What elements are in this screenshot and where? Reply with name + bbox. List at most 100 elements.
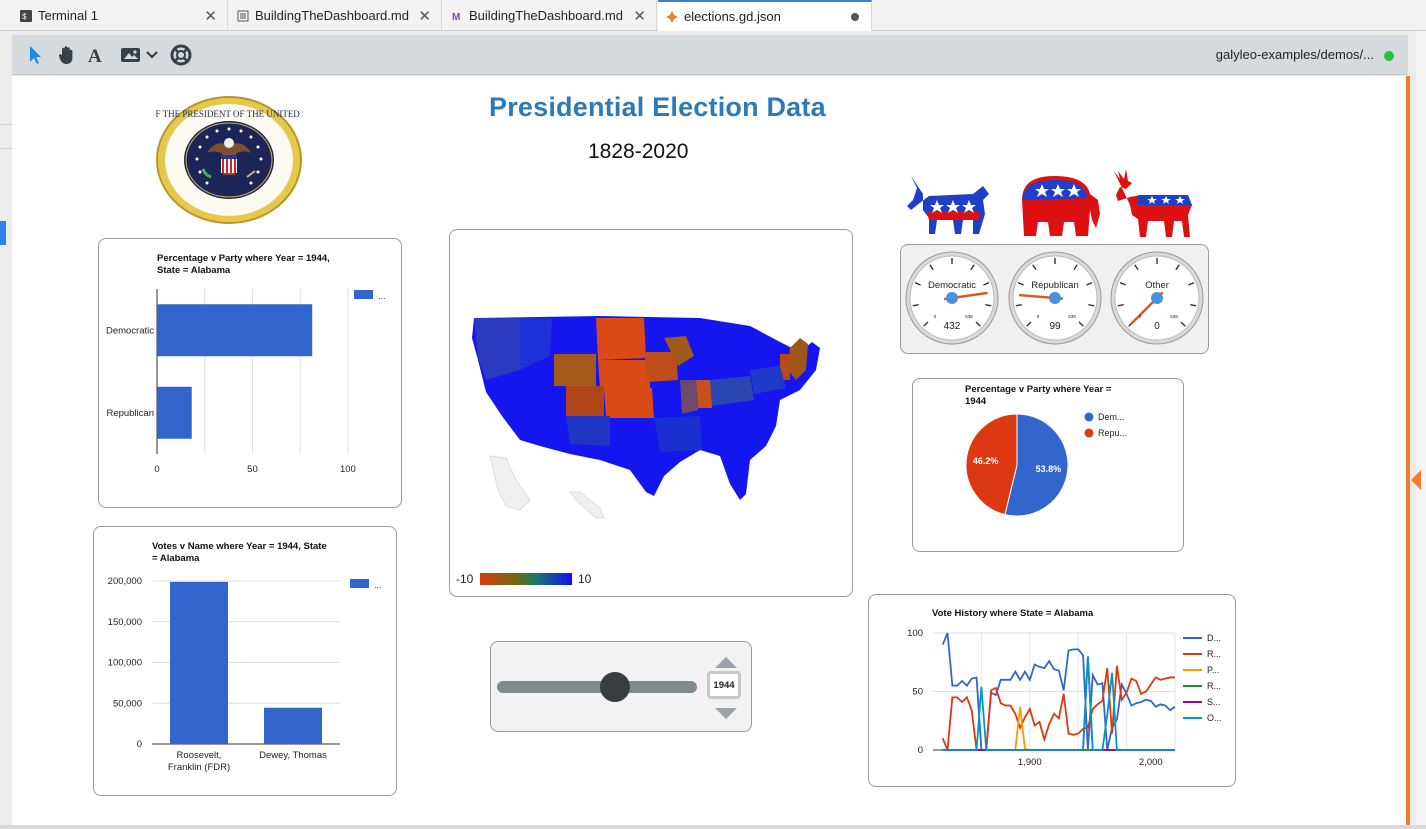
- category-label: Roosevelt,: [177, 750, 222, 761]
- connection-status-indicator: [1384, 51, 1394, 61]
- legend-label: D...: [1207, 633, 1221, 643]
- votes-bar-plot: 200,000 150,000 100,000 50,000 0 Roosevelt,Fr…: [108, 576, 340, 773]
- tab-markdown-editor[interactable]: BuildingTheDashboard.md ✕: [229, 0, 442, 31]
- close-icon[interactable]: ✕: [204, 7, 217, 25]
- pie-plot: 53.8% Dem... 46.2% Repu...: [965, 412, 1127, 517]
- gauge-value: 432: [944, 321, 961, 332]
- close-icon[interactable]: ✕: [418, 7, 431, 25]
- bar-candidate: [170, 581, 228, 744]
- legend-label: O...: [1207, 713, 1222, 723]
- text-icon[interactable]: A: [86, 43, 106, 67]
- svg-text:A: A: [88, 46, 102, 65]
- bottom-edge: [0, 825, 1426, 829]
- tick-label: 2,000: [1139, 757, 1163, 768]
- right-margin: [1416, 31, 1426, 829]
- gauge-max: 538: [965, 314, 973, 319]
- markdown-icon: M: [451, 10, 463, 22]
- slider-track[interactable]: [497, 681, 697, 693]
- category-label: Dewey, Thomas: [259, 750, 327, 761]
- bar-democratic: [157, 304, 313, 357]
- gauge-label: Democratic: [928, 280, 976, 291]
- bar-candidate: [264, 707, 322, 744]
- slider-thumb[interactable]: [600, 672, 630, 702]
- votes-by-candidate-chart[interactable]: Votes v Name where Year = 1944, State = A…: [93, 526, 397, 796]
- year-slider-panel: 1944: [490, 641, 752, 732]
- map-legend-max: 10: [578, 572, 592, 586]
- legend-label: Repu...: [1098, 428, 1127, 438]
- pointer-icon[interactable]: [26, 43, 44, 67]
- decrement-arrow-icon[interactable]: [715, 706, 737, 724]
- legend-label: Dem...: [1098, 412, 1125, 422]
- legend-swatch: [1084, 412, 1094, 422]
- document-icon: [237, 10, 249, 22]
- terminal-icon: $: [20, 9, 32, 22]
- seal-text-top: SEAL OF THE PRESIDENT OF THE UNITED STAT…: [155, 109, 303, 119]
- tab-label: Terminal 1: [38, 8, 98, 23]
- presidential-seal-image: SEAL OF THE PRESIDENT OF THE UNITED STAT…: [125, 95, 333, 225]
- chevron-down-icon[interactable]: [144, 43, 160, 67]
- side-panel-edge: [1406, 76, 1410, 825]
- tick-label: 100: [340, 464, 356, 475]
- pie-slice-label: 46.2%: [973, 456, 999, 466]
- tab-label: BuildingTheDashboard.md: [469, 8, 623, 23]
- progressive-moose-logo: [1108, 165, 1200, 241]
- gauge-group: Democratic0 538432Republican0 53899Other0 5…: [905, 251, 1204, 345]
- tick-label: 0: [918, 745, 923, 756]
- party-percentage-pie[interactable]: Percentage v Party where Year = 1944 53.8…: [912, 378, 1184, 552]
- category-label: Franklin (FDR): [168, 762, 230, 773]
- gauge-label: Other: [1145, 280, 1169, 291]
- vote-history-chart[interactable]: Vote History where State = Alabama 100 50…: [868, 594, 1236, 787]
- tick-label: 0: [137, 739, 142, 750]
- galyleo-icon: [666, 10, 678, 23]
- legend-label: R...: [1207, 649, 1221, 659]
- tab-elections[interactable]: elections.gd.json: [658, 0, 872, 31]
- close-icon[interactable]: ✕: [633, 7, 646, 25]
- map-legend-min: -10: [456, 572, 474, 586]
- editor-toolbar: A galyleo-examples/demos/...: [12, 35, 1408, 75]
- legend-label: S...: [1207, 697, 1221, 707]
- year-value-field[interactable]: 1944: [707, 671, 741, 699]
- gauge-max: 538: [1068, 314, 1076, 319]
- legend-label: P...: [1207, 665, 1219, 675]
- category-label: Democratic: [106, 325, 154, 336]
- svg-text:M: M: [452, 12, 460, 22]
- svg-text:$: $: [22, 13, 27, 22]
- democratic-donkey-logo: [903, 170, 993, 240]
- tick-label: 0: [154, 464, 159, 475]
- tick-label: 50,000: [113, 698, 142, 709]
- party-bar-plot: Democratic Republican 0 50 100: [106, 289, 356, 475]
- gauge-label: Republican: [1031, 280, 1079, 291]
- tick-label: 50: [247, 464, 258, 475]
- tab-terminal[interactable]: $ Terminal 1 ✕: [12, 0, 228, 31]
- image-icon[interactable]: [120, 43, 142, 67]
- republican-elephant-logo: [1012, 170, 1104, 242]
- unsaved-indicator: [851, 12, 859, 21]
- pie-slice-label: 53.8%: [1036, 464, 1062, 474]
- tick-label: 100: [907, 628, 923, 639]
- gauge-hub: [1151, 292, 1163, 304]
- election-map[interactable]: -10 10: [449, 229, 853, 597]
- legend-label: R...: [1207, 681, 1221, 691]
- tick-label: 150,000: [108, 617, 142, 628]
- us-state-map: -10 10: [456, 316, 820, 586]
- project-path-label: galyleo-examples/demos/...: [1215, 47, 1374, 62]
- dashboard-subtitle: 1828-2020: [588, 140, 689, 163]
- tick-label: 1,900: [1018, 757, 1042, 768]
- gauge-value: 99: [1049, 321, 1061, 332]
- tab-bar: $ Terminal 1 ✕ BuildingTheDashboard.md ✕…: [0, 0, 1426, 31]
- tab-markdown-preview[interactable]: M BuildingTheDashboard.md ✕: [443, 0, 657, 31]
- hand-icon[interactable]: [56, 43, 78, 67]
- history-line-plot: 100 50 0 1,900 2,000 D... R... P... R... S... O...: [907, 628, 1222, 768]
- tick-label: 200,000: [108, 576, 142, 587]
- map-color-scale: [480, 573, 572, 585]
- gauge-max: 538: [1170, 314, 1178, 319]
- sidebar-active-marker: [0, 221, 6, 245]
- left-sidebar-strip: [0, 31, 12, 829]
- category-label: Republican: [106, 408, 154, 419]
- electoral-gauges-panel: Democratic 0 538 432 Republican 0 538 99 Other 0 5…: [900, 244, 1209, 354]
- tab-label: BuildingTheDashboard.md: [255, 8, 409, 23]
- lifebuoy-icon[interactable]: [169, 43, 193, 67]
- gauge-hub: [946, 292, 958, 304]
- side-panel-toggle-icon[interactable]: [1411, 470, 1421, 490]
- party-percentage-chart[interactable]: Percentage v Party where Year = 1944, Sta…: [98, 238, 402, 508]
